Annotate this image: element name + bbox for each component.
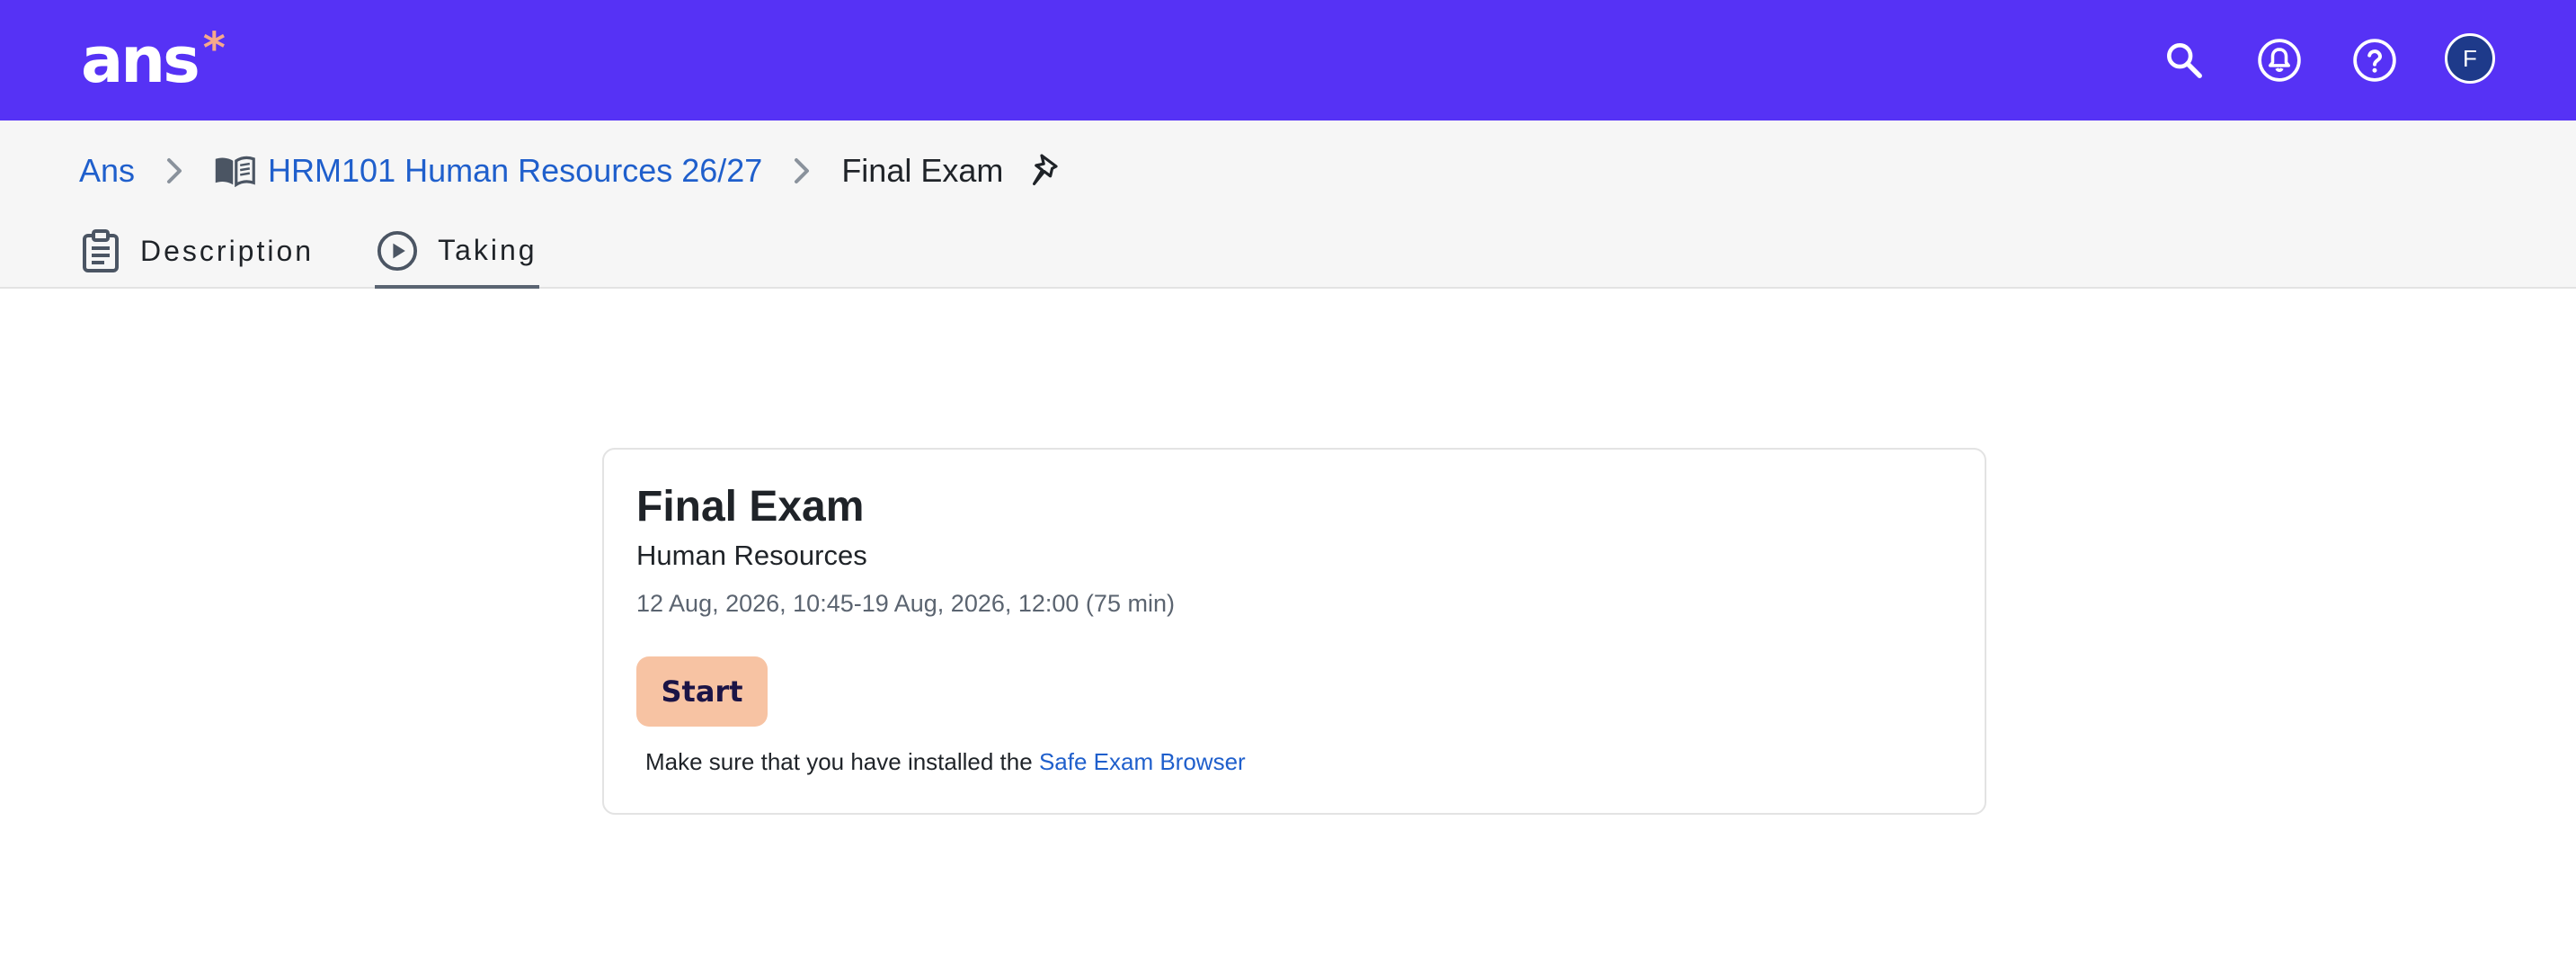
chevron-right-icon bbox=[793, 156, 811, 185]
tab-description-label: Description bbox=[140, 234, 315, 267]
exam-time-window: 12 Aug, 2026, 10:45-19 Aug, 2026, 12:00 … bbox=[636, 590, 1175, 617]
help-icon[interactable] bbox=[2348, 33, 2402, 87]
play-circle-icon bbox=[377, 230, 418, 272]
exam-title: Final Exam bbox=[636, 483, 865, 531]
book-icon bbox=[214, 155, 255, 187]
exam-course-name: Human Resources bbox=[636, 540, 867, 571]
ans-logo[interactable]: ans * bbox=[81, 20, 226, 101]
logo-asterisk: * bbox=[202, 23, 226, 74]
bell-icon[interactable] bbox=[2252, 33, 2306, 87]
breadcrumb-course-link[interactable]: HRM101 Human Resources 26/27 bbox=[268, 152, 762, 190]
safe-exam-browser-note: Make sure that you have installed the Sa… bbox=[645, 748, 1246, 776]
breadcrumb: Ans HRM101 Human Resources 26/27 Final E… bbox=[79, 146, 1062, 196]
sub-header: Ans HRM101 Human Resources 26/27 Final E… bbox=[0, 120, 2576, 289]
chevron-right-icon bbox=[165, 156, 183, 185]
exam-card: Final Exam Human Resources 12 Aug, 2026,… bbox=[602, 448, 1986, 815]
avatar-initial: F bbox=[2463, 44, 2477, 72]
pin-icon[interactable] bbox=[1030, 153, 1062, 189]
user-avatar[interactable]: F bbox=[2445, 33, 2495, 84]
breadcrumb-root-link[interactable]: Ans bbox=[79, 152, 135, 190]
breadcrumb-current: Final Exam bbox=[841, 152, 1004, 189]
tab-taking-label: Taking bbox=[438, 234, 537, 266]
tab-taking[interactable]: Taking bbox=[375, 216, 539, 289]
search-icon[interactable] bbox=[2157, 33, 2211, 87]
safe-exam-browser-link[interactable]: Safe Exam Browser bbox=[1039, 748, 1246, 775]
tab-bar: Description Taking bbox=[79, 216, 599, 289]
start-button[interactable]: Start bbox=[636, 656, 768, 727]
top-bar: ans * F bbox=[0, 0, 2576, 120]
tab-description[interactable]: Description bbox=[79, 216, 315, 286]
clipboard-icon bbox=[81, 228, 120, 273]
logo-text: ans bbox=[81, 23, 200, 97]
note-text: Make sure that you have installed the bbox=[645, 748, 1039, 775]
